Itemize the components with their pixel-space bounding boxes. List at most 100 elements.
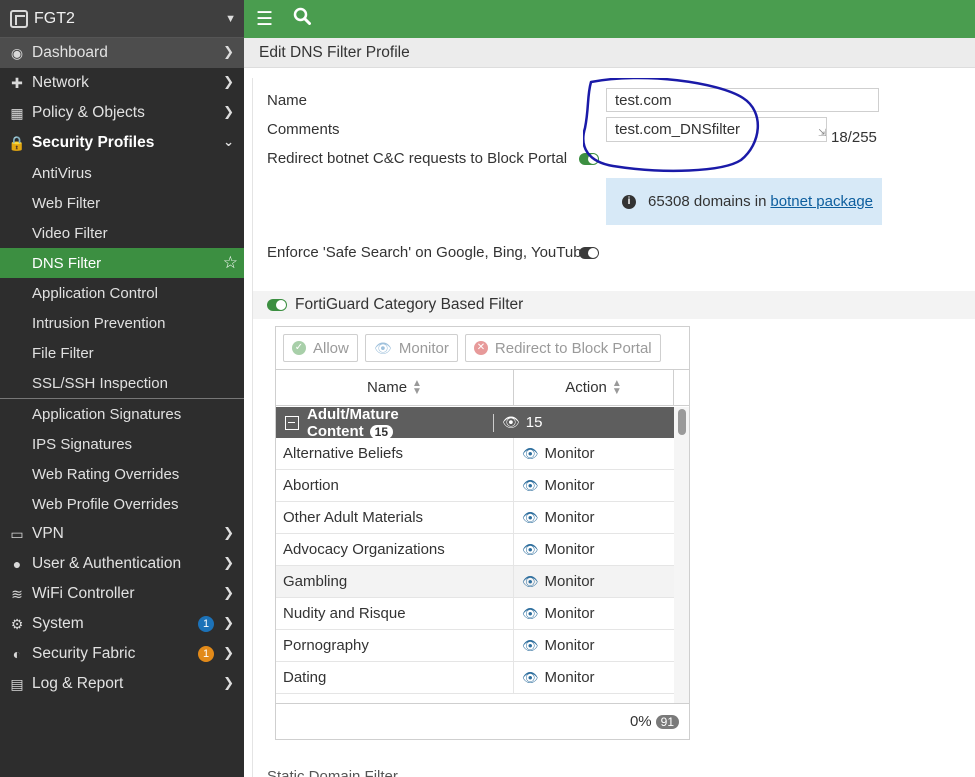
safe-search-label: Enforce 'Safe Search' on Google, Bing, Y…	[267, 244, 590, 261]
category-name: Pornography	[276, 630, 514, 661]
chevron-down-icon: ⌄	[223, 134, 234, 149]
sidebar-subitem-antivirus[interactable]: AntiVirus	[0, 158, 244, 188]
scrollbar-thumb[interactable]	[678, 409, 686, 435]
search-icon[interactable]	[293, 7, 312, 31]
table-row[interactable]: Abortion 👁 Monitor	[276, 470, 674, 502]
action-label: Monitor	[544, 509, 595, 526]
chevron-right-icon: ❯	[223, 104, 234, 119]
action-label: Monitor	[544, 573, 595, 590]
hamburger-menu-icon[interactable]: ☰	[256, 8, 273, 31]
eye-icon: 👁	[522, 509, 539, 525]
comments-char-counter: 18/255	[831, 129, 877, 146]
category-action: 👁 Monitor	[514, 502, 595, 533]
sidebar-item-vpn[interactable]: ▭ VPN ❯	[0, 519, 244, 549]
column-header-action[interactable]: Action ▲ ▼	[514, 370, 674, 405]
notification-badge: 1	[198, 616, 214, 632]
redirect-block-portal-button[interactable]: ✕ Redirect to Block Portal	[464, 334, 661, 362]
table-row[interactable]: Pornography 👁 Monitor	[276, 630, 674, 662]
category-name: Other Adult Materials	[276, 502, 514, 533]
wifi-icon: ≋	[11, 585, 23, 602]
category-action: 👁 Monitor	[514, 534, 595, 565]
sidebar-item-label: Log & Report	[32, 675, 124, 692]
table-row[interactable]: Alternative Beliefs 👁 Monitor	[276, 438, 674, 470]
sidebar-item-label: WiFi Controller	[32, 585, 135, 602]
sidebar-subitem-web-filter[interactable]: Web Filter	[0, 188, 244, 218]
sidebar-subitem-intrusion-prevention[interactable]: Intrusion Prevention	[0, 308, 244, 338]
resize-handle-icon[interactable]: ⇲	[818, 128, 826, 139]
top-bar: ☰	[244, 0, 975, 38]
sidebar-item-dashboard[interactable]: ◉ Dashboard ❯	[0, 38, 244, 68]
chevron-right-icon: ❯	[223, 74, 234, 89]
sidebar-item-policy-objects[interactable]: ▦ Policy & Objects ❯	[0, 98, 244, 128]
action-label: Monitor	[544, 445, 595, 462]
sidebar-item-label: User & Authentication	[32, 555, 182, 572]
collapse-icon[interactable]	[285, 415, 299, 430]
column-header-label: Name	[367, 379, 408, 396]
sidebar-subitem-dns-filter[interactable]: DNS Filter ☆	[0, 248, 244, 278]
category-toolbar: ✓ Allow 👁 Monitor ✕ Redirect to Block Po…	[276, 327, 689, 369]
action-label: Monitor	[544, 541, 595, 558]
lock-icon: 🔒	[8, 134, 26, 151]
fortiguard-section-header: FortiGuard Category Based Filter	[253, 291, 975, 319]
name-label: Name	[267, 92, 308, 109]
sidebar-subitem-application-signatures[interactable]: Application Signatures	[0, 399, 244, 429]
fortiguard-filter-toggle[interactable]	[267, 299, 287, 311]
sidebar-item-system[interactable]: ⚙ System 1 ❯	[0, 609, 244, 639]
eye-icon: 👁	[373, 340, 392, 356]
sort-icon: ▲ ▼	[412, 377, 422, 397]
table-header: Name ▲ ▼ Action ▲ ▼	[276, 369, 689, 406]
sidebar-subitem-ssl-ssh-inspection[interactable]: SSL/SSH Inspection	[0, 368, 244, 398]
device-icon	[10, 9, 28, 28]
sidebar-subitem-web-rating-overrides[interactable]: Web Rating Overrides	[0, 459, 244, 489]
sidebar-subitem-web-profile-overrides[interactable]: Web Profile Overrides	[0, 489, 244, 519]
table-row[interactable]: Advocacy Organizations 👁 Monitor	[276, 534, 674, 566]
laptop-icon: ▭	[10, 525, 24, 542]
table-row[interactable]: Dating 👁 Monitor	[276, 662, 674, 694]
action-label: Monitor	[544, 637, 595, 654]
device-name: FGT2	[34, 9, 75, 27]
subitem-label: AntiVirus	[32, 164, 92, 182]
fabric-icon: ◐	[12, 646, 22, 662]
category-rows: Alternative Beliefs 👁 Monitor Abortion 👁 Mon…	[276, 438, 674, 694]
star-icon[interactable]: ☆	[223, 253, 238, 273]
sidebar-item-wifi-controller[interactable]: ≋ WiFi Controller ❯	[0, 579, 244, 609]
sidebar-item-user-authentication[interactable]: ● User & Authentication ❯	[0, 549, 244, 579]
category-action: 👁 Monitor	[514, 630, 595, 661]
monitor-button-label: Monitor	[398, 339, 449, 357]
sidebar-item-log-report[interactable]: ▤ Log & Report ❯	[0, 669, 244, 699]
redirect-button-label: Redirect to Block Portal	[494, 339, 652, 357]
total-count-badge: 91	[655, 714, 679, 729]
sidebar-subitem-file-filter[interactable]: File Filter	[0, 338, 244, 368]
column-header-name[interactable]: Name ▲ ▼	[276, 370, 514, 405]
sidebar-item-security-fabric[interactable]: ◐ Security Fabric 1 ❯	[0, 639, 244, 669]
monitor-button[interactable]: 👁 Monitor	[364, 334, 458, 362]
allow-button[interactable]: ✓ Allow	[283, 334, 358, 362]
eye-icon: 👁	[522, 477, 539, 493]
device-selector[interactable]: FGT2 ▼	[0, 0, 244, 38]
group-monitor-count: 15	[525, 414, 543, 431]
gear-icon: ⚙	[10, 615, 24, 632]
sidebar-item-label: Security Fabric	[32, 645, 136, 662]
chevron-right-icon: ❯	[223, 555, 234, 570]
botnet-package-link[interactable]: botnet package	[770, 193, 873, 210]
sidebar-item-security-profiles[interactable]: 🔒 Security Profiles ⌄	[0, 128, 244, 158]
scrollbar-track[interactable]	[674, 407, 689, 703]
table-footer: 0% 91	[276, 703, 689, 739]
sidebar-item-network[interactable]: ✚ Network ❯	[0, 68, 244, 98]
safe-search-toggle[interactable]	[579, 247, 599, 259]
sidebar-item-label: System	[32, 615, 84, 632]
table-row[interactable]: Other Adult Materials 👁 Monitor	[276, 502, 674, 534]
table-row[interactable]: Nudity and Risque 👁 Monitor	[276, 598, 674, 630]
sidebar-subitem-application-control[interactable]: Application Control	[0, 278, 244, 308]
static-domain-filter-label: Static Domain Filter	[267, 768, 398, 777]
category-name: Gambling	[276, 566, 514, 597]
sidebar-subitem-ips-signatures[interactable]: IPS Signatures	[0, 429, 244, 459]
info-icon: i	[622, 194, 636, 209]
chevron-right-icon: ❯	[223, 525, 234, 540]
sidebar-subitem-video-filter[interactable]: Video Filter	[0, 218, 244, 248]
table-row[interactable]: Gambling 👁 Monitor	[276, 566, 674, 598]
fortiguard-section-title: FortiGuard Category Based Filter	[295, 296, 524, 313]
category-group-row[interactable]: Adult/Mature Content 15 👁 15	[276, 406, 674, 440]
subitem-label: File Filter	[32, 344, 94, 362]
toggle-knob	[276, 300, 286, 310]
